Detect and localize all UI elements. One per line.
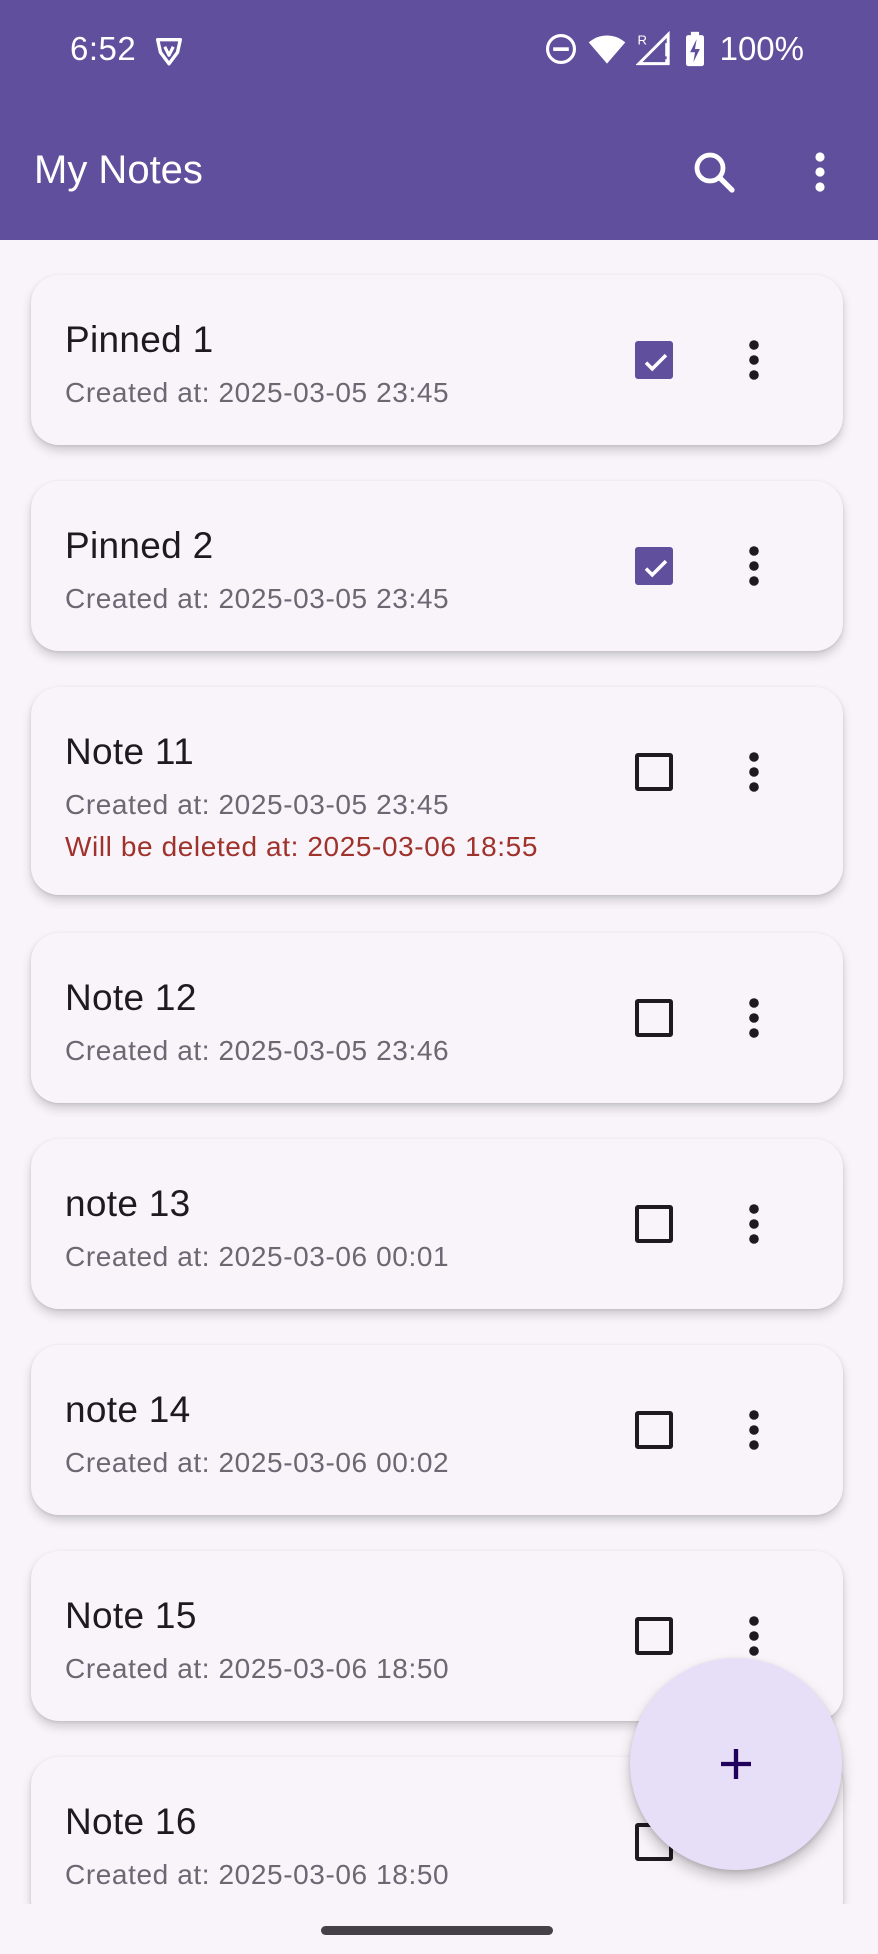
svg-text:R: R bbox=[637, 33, 647, 48]
note-card[interactable]: Pinned 2 Created at: 2025-03-05 23:45 bbox=[31, 481, 843, 651]
note-created-date: Created at: 2025-03-06 00:02 bbox=[65, 1447, 450, 1478]
shield-icon bbox=[155, 37, 183, 66]
note-card[interactable]: note 14 Created at: 2025-03-06 00:02 bbox=[31, 1345, 843, 1515]
note-created-date: Created at: 2025-03-05 23:45 bbox=[65, 789, 450, 820]
note-card[interactable]: Note 12 Created at: 2025-03-05 23:46 bbox=[31, 933, 843, 1103]
top-app-bar: 6:52 R 100% My Notes bbox=[0, 0, 878, 240]
notes-screen: 6:52 R 100% My Notes Pinned 1 Created at… bbox=[0, 0, 878, 1954]
note-card[interactable]: Pinned 1 Created at: 2025-03-05 23:45 bbox=[31, 275, 843, 445]
note-title: note 13 bbox=[65, 1183, 191, 1224]
signal-icon: R bbox=[635, 31, 670, 66]
note-title: Note 16 bbox=[65, 1801, 197, 1842]
note-title: Note 12 bbox=[65, 977, 197, 1018]
notes-list[interactable]: Pinned 1 Created at: 2025-03-05 23:45 Pi… bbox=[0, 240, 878, 1904]
battery-percentage: 100% bbox=[719, 30, 804, 67]
note-title: Note 15 bbox=[65, 1595, 197, 1636]
note-created-date: Created at: 2025-03-06 18:50 bbox=[65, 1653, 450, 1684]
status-icons: R 100% bbox=[544, 28, 804, 70]
pin-checkbox[interactable] bbox=[635, 341, 673, 379]
note-more-icon[interactable] bbox=[739, 1406, 769, 1454]
note-more-icon[interactable] bbox=[739, 336, 769, 384]
plus-icon bbox=[721, 1749, 751, 1779]
note-created-date: Created at: 2025-03-06 00:01 bbox=[65, 1241, 450, 1272]
wifi-icon bbox=[588, 35, 625, 64]
pin-checkbox[interactable] bbox=[635, 1205, 673, 1243]
gesture-nav-bar[interactable] bbox=[321, 1926, 553, 1935]
note-more-icon[interactable] bbox=[739, 1200, 769, 1248]
pin-checkbox[interactable] bbox=[635, 1411, 673, 1449]
checkmark-icon bbox=[644, 353, 668, 372]
note-created-date: Created at: 2025-03-05 23:45 bbox=[65, 583, 450, 614]
add-note-button[interactable] bbox=[630, 1658, 842, 1870]
note-more-icon[interactable] bbox=[739, 1612, 769, 1660]
note-card[interactable]: Note 11 Created at: 2025-03-05 23:45 Wil… bbox=[31, 687, 843, 895]
note-created-date: Created at: 2025-03-06 18:50 bbox=[65, 1859, 450, 1890]
pin-checkbox[interactable] bbox=[635, 999, 673, 1037]
note-more-icon[interactable] bbox=[739, 748, 769, 796]
note-more-icon[interactable] bbox=[739, 542, 769, 590]
pin-checkbox[interactable] bbox=[635, 547, 673, 585]
pin-checkbox[interactable] bbox=[635, 753, 673, 791]
checkmark-icon bbox=[644, 559, 668, 578]
note-deletion-warning: Will be deleted at: 2025-03-06 18:55 bbox=[65, 831, 539, 862]
note-title: Pinned 2 bbox=[65, 525, 214, 566]
note-title: Note 11 bbox=[65, 731, 194, 772]
dnd-icon bbox=[545, 33, 576, 65]
note-card[interactable]: note 13 Created at: 2025-03-06 00:01 bbox=[31, 1139, 843, 1309]
note-created-date: Created at: 2025-03-05 23:45 bbox=[65, 377, 450, 408]
note-title: Pinned 1 bbox=[65, 319, 214, 360]
status-time: 6:52 bbox=[70, 30, 137, 67]
note-title: note 14 bbox=[65, 1389, 191, 1430]
page-title: My Notes bbox=[34, 148, 203, 192]
search-icon[interactable] bbox=[690, 148, 738, 196]
battery-charging-icon bbox=[685, 31, 704, 67]
pin-checkbox[interactable] bbox=[635, 1617, 673, 1655]
more-vert-icon[interactable] bbox=[796, 148, 844, 196]
note-created-date: Created at: 2025-03-05 23:46 bbox=[65, 1035, 450, 1066]
note-more-icon[interactable] bbox=[739, 994, 769, 1042]
